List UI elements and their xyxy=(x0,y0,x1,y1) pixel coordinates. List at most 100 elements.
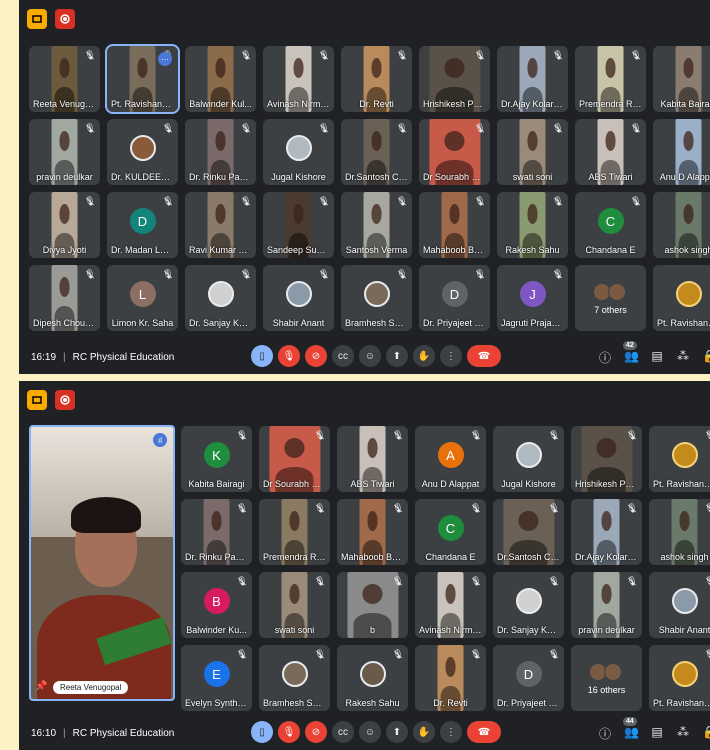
participant-tile[interactable]: K 🎙 Kabita Bairagi xyxy=(181,426,252,492)
participant-tile[interactable]: 🎙 Hrishikesh Patel xyxy=(419,46,490,112)
pin-icon[interactable]: 📌 xyxy=(35,681,47,692)
participant-tile[interactable]: 🎙ashok singh xyxy=(653,192,710,258)
participant-tile[interactable]: 🎙 ABS Tiwari xyxy=(337,426,408,492)
participant-tile[interactable]: 🎙Pt. Ravishanka... xyxy=(653,265,710,331)
present-icon[interactable]: ⬆ xyxy=(386,345,408,367)
participant-tile[interactable]: 🎙⋯Pt. Ravishanka... xyxy=(105,44,180,114)
raise-hand-icon[interactable]: ✋ xyxy=(413,721,435,743)
companion-icon[interactable]: ▯ xyxy=(251,721,273,743)
lock-icon[interactable]: 🔒 xyxy=(702,349,710,366)
more-options-icon[interactable]: ⋮ xyxy=(440,721,462,743)
activities-icon[interactable]: ⁂ xyxy=(676,725,690,742)
participant-tile[interactable]: 🎙 Rakesh Sahu xyxy=(337,645,408,711)
participant-tile[interactable]: 🎙 Ravi Kumar Tri... xyxy=(185,192,256,258)
participant-tile[interactable]: 🎙 Jugal Kishore xyxy=(263,119,334,185)
participant-tile[interactable]: A 🎙 Anu D Alappat xyxy=(415,426,486,492)
participant-tile[interactable]: 🎙 Balwinder Kul... xyxy=(185,46,256,112)
participant-tile[interactable]: 🎙 Bramhesh Shri... xyxy=(341,265,412,331)
info-icon[interactable]: ⓘ xyxy=(598,349,612,366)
participant-tile[interactable]: 🎙 Dr.Santosh Ch... xyxy=(493,499,564,565)
participant-tile[interactable]: 🎙 Dr.Santosh Ch... xyxy=(341,119,412,185)
more-options-icon[interactable]: ⋮ xyxy=(440,345,462,367)
participant-tile[interactable]: 🎙 Hrishikesh Patel xyxy=(571,426,642,492)
participant-tile[interactable]: J 🎙 Jagruti Prajap... xyxy=(497,265,568,331)
participant-tile[interactable]: 🎙 b xyxy=(337,572,408,638)
participant-tile[interactable]: D 🎙 Dr. Priyajeet M... xyxy=(419,265,490,331)
participant-tile[interactable]: L 🎙 Limon Kr. Saha xyxy=(107,265,178,331)
chat-icon[interactable]: ▤ xyxy=(650,349,664,366)
participant-tile[interactable]: 🎙 Dr. Sanjay Kum... xyxy=(493,572,564,638)
participant-tile[interactable]: 🎙 Dr. Sanjay Kum... xyxy=(185,265,256,331)
participant-tile[interactable]: 🎙 Dipesh Choud... xyxy=(29,265,100,331)
companion-icon[interactable]: ▯ xyxy=(251,345,273,367)
participant-tile[interactable]: 🎙 Shabir Anant xyxy=(649,572,710,638)
end-call-button[interactable]: ☎ xyxy=(467,345,501,367)
participant-tile[interactable]: 🎙 Dr. Rinku Pand... xyxy=(181,499,252,565)
participant-tile[interactable]: B 🎙 Balwinder Ku... xyxy=(181,572,252,638)
participant-tile[interactable]: 🎙 Santosh Verma xyxy=(341,192,412,258)
participant-tile[interactable]: 🎙 Dr. Revti xyxy=(341,46,412,112)
participant-tile[interactable]: 🎙 Dr Sourabh Pr... xyxy=(419,119,490,185)
captions-icon[interactable]: cc xyxy=(332,721,354,743)
participant-tile[interactable]: 🎙Pt. Ravishanka... xyxy=(649,426,710,492)
participant-tile[interactable]: C 🎙 Chandana E xyxy=(415,499,486,565)
captions-icon[interactable]: cc xyxy=(332,345,354,367)
participant-tile[interactable]: 🎙 swati soni xyxy=(497,119,568,185)
participant-tile[interactable]: 🎙 pravin deulkar xyxy=(29,119,100,185)
participant-tile[interactable]: 🎙 Dr.Ajay Kolarkar xyxy=(497,46,568,112)
participant-tile[interactable]: 🎙ashok singh xyxy=(649,499,710,565)
participant-tile[interactable]: 7 others xyxy=(575,265,646,331)
participant-tile[interactable]: 🎙 swati soni xyxy=(259,572,330,638)
participant-tile[interactable]: 🎙Pt. Ravishanka... xyxy=(649,645,710,711)
participant-tile[interactable]: D 🎙 Dr. Priyajeet M... xyxy=(493,645,564,711)
present-icon[interactable]: ⬆ xyxy=(386,721,408,743)
participant-tile[interactable]: 🎙 Mahaboob Bas... xyxy=(337,499,408,565)
participant-tile[interactable]: 🎙 Reeta Venugo... xyxy=(29,46,100,112)
participant-tile[interactable]: 🎙 Bramhesh Shri... xyxy=(259,645,330,711)
info-icon[interactable]: ⓘ xyxy=(598,725,612,742)
participant-tile[interactable]: C 🎙 Chandana E xyxy=(575,192,646,258)
participant-tile[interactable]: 🎙 ABS Tiwari xyxy=(575,119,646,185)
participant-tile[interactable]: 🎙 Dr Sourabh Pr... xyxy=(259,426,330,492)
people-icon[interactable]: 👥 44 xyxy=(623,717,639,742)
featured-speaker-tile[interactable]: ıl 📌 Reeta Venugopal xyxy=(29,425,175,701)
participant-tile[interactable]: 🎙 Premendra Ra... xyxy=(259,499,330,565)
participant-tile[interactable]: 🎙 Divya Jyoti xyxy=(29,192,100,258)
participant-tile[interactable]: 🎙 Premendra Ra... xyxy=(575,46,646,112)
participant-tile[interactable]: 🎙 Dr. Revti xyxy=(415,645,486,711)
participant-tile[interactable]: 🎙 Dr. KULDEEP D... xyxy=(107,119,178,185)
participant-tile[interactable]: 🎙 Dr.Ajay Kolarkar xyxy=(571,499,642,565)
participant-tile[interactable]: 🎙 Mahaboob Bas... xyxy=(419,192,490,258)
record-icon[interactable] xyxy=(55,9,75,29)
camera-off-icon[interactable]: ⊘ xyxy=(305,721,327,743)
emoji-icon[interactable]: ☺ xyxy=(359,345,381,367)
participant-tile[interactable]: 🎙 Avinash Nirmal... xyxy=(263,46,334,112)
activities-icon[interactable]: ⁂ xyxy=(676,349,690,366)
slides-icon[interactable] xyxy=(27,9,47,29)
people-icon[interactable]: 👥 42 xyxy=(623,341,639,366)
more-options-icon[interactable]: ⋯ xyxy=(158,52,172,66)
participant-tile[interactable]: 16 others xyxy=(571,645,642,711)
emoji-icon[interactable]: ☺ xyxy=(359,721,381,743)
raise-hand-icon[interactable]: ✋ xyxy=(413,345,435,367)
participant-tile[interactable]: 🎙 Avinash Nirmal... xyxy=(415,572,486,638)
participant-tile[interactable]: D 🎙 Dr. Madan Lal ... xyxy=(107,192,178,258)
mic-off-icon[interactable]: 🎙 xyxy=(278,721,300,743)
camera-off-icon[interactable]: ⊘ xyxy=(305,345,327,367)
mic-off-icon[interactable]: 🎙 xyxy=(278,345,300,367)
end-call-button[interactable]: ☎ xyxy=(467,721,501,743)
participant-tile[interactable]: E 🎙 Evelyn Synthiya xyxy=(181,645,252,711)
mic-muted-icon: 🎙 xyxy=(552,123,564,133)
participant-tile[interactable]: 🎙 Shabir Anant xyxy=(263,265,334,331)
participant-tile[interactable]: 🎙 pravin deulkar xyxy=(571,572,642,638)
slides-icon[interactable] xyxy=(27,390,47,410)
record-icon[interactable] xyxy=(55,390,75,410)
participant-tile[interactable]: 🎙 Sandeep Sunny xyxy=(263,192,334,258)
participant-tile[interactable]: 🎙 Jugal Kishore xyxy=(493,426,564,492)
participant-tile[interactable]: 🎙 Dr. Rinku Pand... xyxy=(185,119,256,185)
participant-tile[interactable]: 🎙Anu D Alappat xyxy=(653,119,710,185)
lock-icon[interactable]: 🔒 xyxy=(702,725,710,742)
chat-icon[interactable]: ▤ xyxy=(650,725,664,742)
participant-tile[interactable]: 🎙 Rakesh Sahu xyxy=(497,192,568,258)
participant-tile[interactable]: 🎙Kabita Bairagi xyxy=(653,46,710,112)
